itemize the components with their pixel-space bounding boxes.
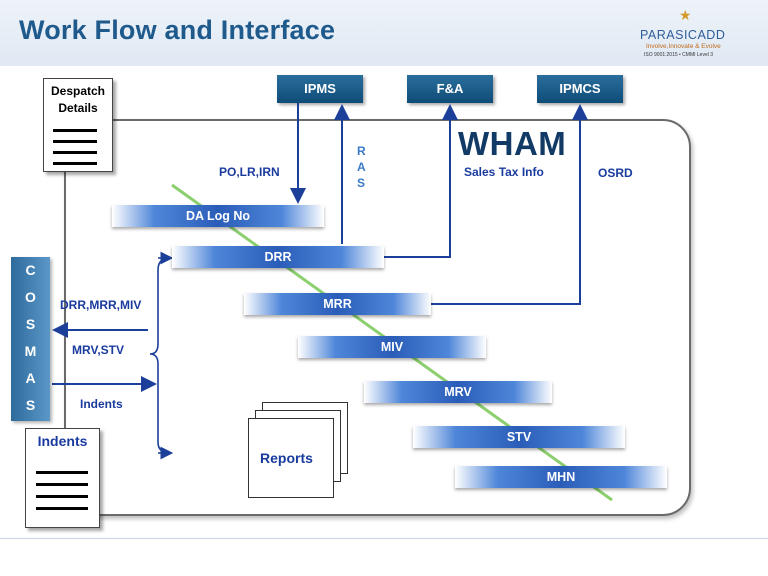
cosmas-letter: S [25,316,36,332]
star-icon: ★ [679,7,692,23]
label-drr-mrr-miv: DRR,MRR,MIV [60,298,142,312]
label-ras-a: A [357,160,366,174]
label-sales-tax: Sales Tax Info [464,165,544,179]
cosmas-letter: A [25,370,36,386]
cosmas-letter: S [25,397,36,413]
reports-label: Reports [260,450,313,466]
slide-title: Work Flow and Interface [19,15,336,45]
logo-brand: PARASICADD [640,28,726,42]
slide-header: Work Flow and Interface ★ PARASICADD Inv… [0,0,768,66]
fa-box: F&A [407,75,493,103]
despatch-details-doc: Despatch Details [43,78,113,172]
wham-title: WHAM [458,125,567,162]
label-po-lr-irn: PO,LR,IRN [219,165,280,179]
bar-da-log-no: DA Log No [112,205,324,227]
label-mrv-stv: MRV,STV [72,343,125,357]
ipms-box: IPMS [277,75,363,103]
ipmcs-box: IPMCS [537,75,623,103]
cosmas-letter: M [24,343,37,359]
cosmas-letter: C [25,262,36,278]
despatch-label-1: Despatch [50,84,106,98]
cosmas-letter: O [25,289,36,305]
bar-mhn: MHN [455,466,667,488]
label-ras-r: R [357,144,366,158]
despatch-label-2: Details [58,101,98,115]
cosmas-box: C O S M A S [11,257,50,421]
bar-drr: DRR [172,246,384,268]
label-ras-s: S [357,176,366,190]
wham-panel [64,119,691,516]
label-indents-flow: Indents [80,397,123,411]
company-logo: ★ PARASICADD Involve,Innovate & Evolve I… [636,6,736,62]
footer-divider [0,538,768,539]
bar-mrr: MRR [244,293,431,315]
label-osrd: OSRD [598,166,633,180]
indents-doc-label: Indents [37,433,88,449]
reports-doc: Reports [248,402,348,502]
bar-miv: MIV [298,336,486,358]
indents-doc: Indents [25,428,100,528]
logo-tagline: Involve,Innovate & Evolve [646,43,721,50]
bar-mrv: MRV [364,381,552,403]
bar-stv: STV [413,426,625,448]
logo-certs: ISO 9001:2015 • CMMI Level 3 [644,52,714,58]
